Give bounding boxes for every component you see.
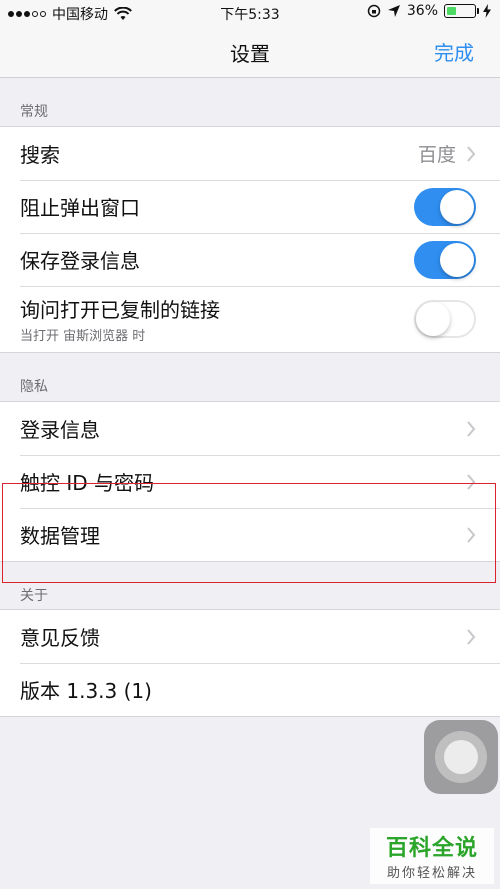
charging-icon bbox=[483, 4, 491, 18]
search-engine-label: 搜索 bbox=[20, 143, 60, 167]
ask-copied-link-label: 询问打开已复制的链接 bbox=[20, 298, 220, 322]
block-popups-row: 阻止弹出窗口 bbox=[0, 180, 500, 233]
status-right: 36% bbox=[367, 3, 492, 19]
save-login-label: 保存登录信息 bbox=[20, 249, 140, 273]
watermark: 百科全说 助你轻松解决 bbox=[370, 828, 494, 884]
battery-percent: 36% bbox=[406, 3, 438, 19]
status-bar: 中国移动 下午5:33 36% bbox=[0, 0, 500, 26]
chevron-right-icon bbox=[467, 628, 476, 645]
highlight-box bbox=[2, 483, 496, 583]
section-header-about: 关于 bbox=[20, 588, 48, 604]
save-login-toggle[interactable] bbox=[414, 240, 476, 279]
done-button[interactable]: 完成 bbox=[434, 37, 474, 66]
section-header-privacy: 隐私 bbox=[20, 379, 48, 395]
login-info-row[interactable]: 登录信息 bbox=[0, 402, 500, 455]
orientation-lock-icon bbox=[367, 4, 381, 18]
watermark-subtitle: 助你轻松解决 bbox=[386, 866, 477, 881]
watermark-title: 百科全说 bbox=[385, 836, 478, 861]
search-engine-row[interactable]: 搜索 百度 bbox=[0, 127, 500, 180]
assistive-touch-button[interactable] bbox=[424, 720, 498, 794]
ask-copied-link-subtitle: 当打开 宙斯浏览器 时 bbox=[20, 329, 146, 344]
feedback-row[interactable]: 意见反馈 bbox=[0, 610, 500, 663]
general-group: 搜索 百度 阻止弹出窗口 保存登录信息 询问打开已复制的链接 当打开 宙斯浏览器… bbox=[0, 126, 500, 353]
search-engine-value: 百度 bbox=[417, 144, 456, 166]
block-popups-label: 阻止弹出窗口 bbox=[20, 196, 140, 220]
battery-icon bbox=[444, 4, 479, 18]
about-group: 意见反馈 版本 1.3.3 (1) bbox=[0, 609, 500, 717]
version-label: 版本 1.3.3 (1) bbox=[20, 679, 152, 703]
ask-copied-link-toggle[interactable] bbox=[414, 300, 476, 338]
version-row: 版本 1.3.3 (1) bbox=[0, 663, 500, 716]
page-title: 设置 bbox=[230, 42, 270, 66]
ask-copied-link-row: 询问打开已复制的链接 当打开 宙斯浏览器 时 bbox=[0, 286, 500, 352]
chevron-right-icon bbox=[467, 145, 476, 162]
feedback-label: 意见反馈 bbox=[20, 626, 100, 650]
section-header-general: 常规 bbox=[20, 104, 48, 120]
block-popups-toggle[interactable] bbox=[414, 187, 476, 226]
save-login-row: 保存登录信息 bbox=[0, 233, 500, 286]
login-info-label: 登录信息 bbox=[20, 418, 100, 442]
chevron-right-icon bbox=[467, 420, 476, 437]
location-icon bbox=[387, 5, 400, 17]
navigation-bar: 设置 完成 bbox=[0, 26, 500, 78]
